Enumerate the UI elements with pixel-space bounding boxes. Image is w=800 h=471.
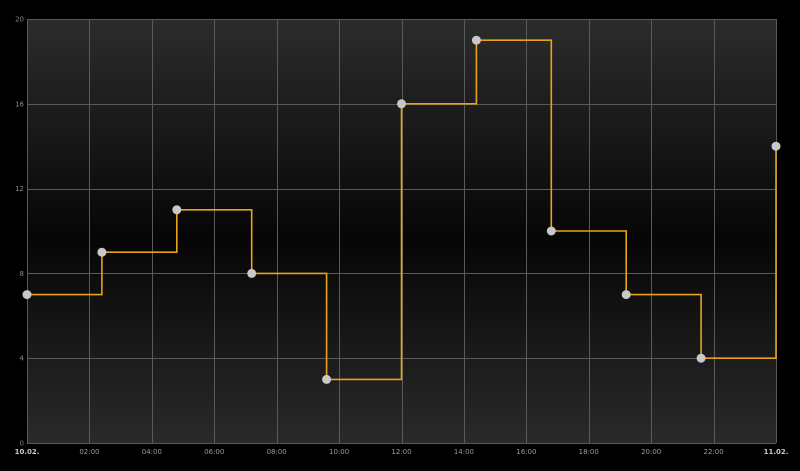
data-point[interactable] [97, 247, 107, 257]
x-tick-label: 06:00 [204, 448, 224, 456]
step-line-chart: 0 4 8 12 16 20 10.02. 02:00 04:00 06:00 08:00 10:0… [0, 0, 800, 471]
x-tick-label: 11.02. [764, 448, 789, 456]
x-tick-label: 08:00 [267, 448, 287, 456]
data-point[interactable] [696, 353, 706, 363]
y-axis: 0 4 8 12 16 20 [15, 16, 24, 448]
y-tick-label: 0 [20, 440, 24, 448]
x-tick-label: 04:00 [142, 448, 162, 456]
chart-canvas: 0 4 8 12 16 20 10.02. 02:00 04:00 06:00 08:00 10:0… [15, 16, 789, 457]
data-point[interactable] [322, 374, 332, 384]
x-tick-label: 22:00 [703, 448, 723, 456]
y-tick-label: 20 [15, 16, 24, 24]
x-tick-label: 10.02. [15, 448, 40, 456]
x-tick-label: 10:00 [329, 448, 349, 456]
data-point[interactable] [621, 290, 631, 300]
data-point[interactable] [22, 290, 32, 300]
x-axis: 10.02. 02:00 04:00 06:00 08:00 10:00 12:00 14:0… [15, 448, 789, 456]
x-tick-label: 14:00 [454, 448, 474, 456]
data-point[interactable] [247, 268, 257, 278]
y-tick-label: 12 [15, 185, 24, 193]
data-point[interactable] [397, 99, 406, 109]
y-tick-label: 16 [15, 100, 24, 108]
x-tick-label: 18:00 [579, 448, 599, 456]
x-tick-label: 16:00 [516, 448, 536, 456]
data-point[interactable] [172, 205, 182, 215]
x-tick-label: 12:00 [391, 448, 411, 456]
data-point[interactable] [471, 35, 481, 45]
data-point[interactable] [771, 141, 781, 151]
y-tick-label: 8 [20, 270, 24, 278]
data-point[interactable] [546, 226, 556, 236]
x-tick-label: 02:00 [79, 448, 99, 456]
y-tick-label: 4 [20, 355, 25, 363]
x-tick-label: 20:00 [641, 448, 661, 456]
